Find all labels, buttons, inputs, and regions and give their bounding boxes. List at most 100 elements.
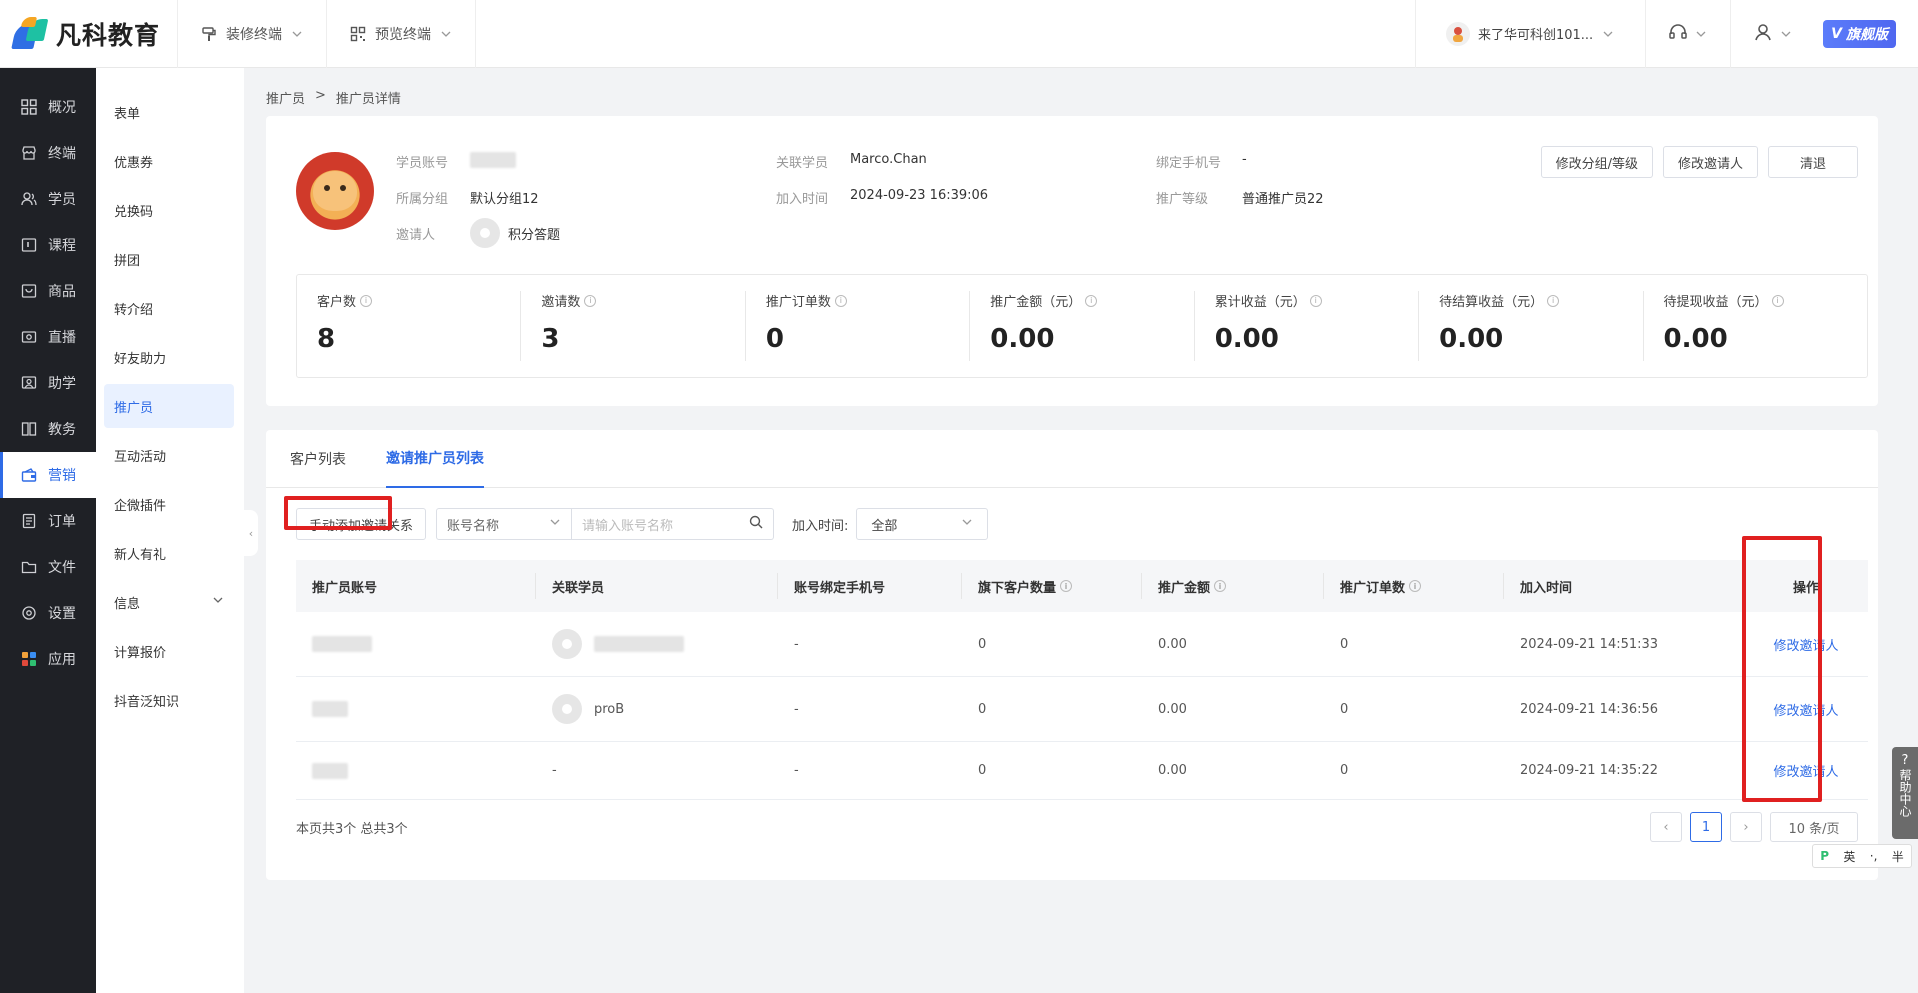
subnav-item-interactive[interactable]: 互动活动 (104, 433, 234, 477)
stat-label: 推广订单数 (765, 295, 831, 310)
cell-customers: 0 (978, 763, 987, 778)
subnav-item-info[interactable]: 信息 (104, 580, 234, 624)
brand-logo[interactable]: 凡科教育 (0, 0, 178, 68)
sidebar-item-files[interactable]: 文件 (0, 544, 96, 590)
subnav-label: 新人有礼 (114, 547, 167, 563)
sidebar-item-live[interactable]: 直播 (0, 314, 96, 360)
inviter-name: 积分答题 (508, 227, 561, 243)
info-icon[interactable]: i (1409, 580, 1422, 592)
info-icon[interactable]: i (1771, 294, 1784, 307)
stat-invites: 邀请数 i 3 (521, 291, 746, 361)
edition-label: 旗舰版 (1846, 26, 1888, 43)
account-search-input[interactable]: 请输入账号名称 (572, 508, 775, 540)
info-icon[interactable]: i (1060, 580, 1073, 592)
sidebar-item-academic[interactable]: 教务 (0, 406, 96, 452)
subnav-label: 抖音泛知识 (114, 694, 180, 710)
sidebar-item-apps[interactable]: 应用 (0, 636, 96, 682)
subnav-item-friend-help[interactable]: 好友助力 (104, 335, 234, 379)
info-icon[interactable]: i (1309, 294, 1322, 307)
subnav-item-form[interactable]: 表单 (104, 90, 234, 134)
edit-inviter-button[interactable]: 修改邀请人 (1662, 146, 1758, 178)
subnav-item-wecom-plugin[interactable]: 企微插件 (104, 482, 234, 526)
info-icon[interactable]: i (834, 294, 847, 307)
ime-width[interactable]: 半 (1892, 848, 1904, 865)
cell-amount: 0.00 (1158, 763, 1187, 778)
account-row: 学员账号 (396, 152, 516, 171)
tab-customer-list[interactable]: 客户列表 (290, 430, 346, 488)
join-time-select[interactable]: 全部 (856, 508, 989, 540)
stat-value: 0.00 (1663, 324, 1728, 354)
subnav-item-newcomer-gift[interactable]: 新人有礼 (104, 531, 234, 575)
subnav-item-group-buy[interactable]: 拼团 (104, 237, 234, 281)
edit-group-level-button[interactable]: 修改分组/等级 (1540, 146, 1653, 178)
cell-orders: 0 (1340, 763, 1349, 778)
support-button[interactable] (1645, 0, 1730, 68)
info-icon[interactable]: i (360, 294, 373, 307)
sidebar-item-label: 文件 (48, 560, 76, 576)
search-field-select[interactable]: 账号名称 (436, 508, 573, 540)
col-header-label: 旗下客户数量 (978, 580, 1057, 596)
account-switcher[interactable]: 来了华可科创101... (1414, 0, 1645, 68)
linked-label: 关联学员 (776, 156, 829, 171)
sidebar-item-settings[interactable]: 设置 (0, 590, 96, 636)
phone-value: - (1242, 152, 1247, 167)
users-icon (20, 190, 38, 208)
sidebar-item-students[interactable]: 学员 (0, 176, 96, 222)
clear-promoter-button[interactable]: 清退 (1768, 146, 1858, 178)
subnav-item-quote[interactable]: 计算报价 (104, 629, 234, 673)
next-page-button[interactable]: › (1730, 812, 1762, 842)
breadcrumb-parent[interactable]: 推广员 (266, 88, 305, 107)
info-icon[interactable]: i (584, 294, 597, 307)
sidebar-item-orders[interactable]: 订单 (0, 498, 96, 544)
headset-icon (1668, 22, 1688, 46)
annotation-highlight-add-button (284, 496, 392, 530)
ime-lang[interactable]: 英 (1843, 848, 1855, 865)
sidebar-item-marketing[interactable]: 营销 (0, 452, 96, 498)
subnav-label: 兑换码 (114, 204, 154, 220)
user-menu-button[interactable] (1730, 0, 1815, 68)
page-size-select[interactable]: 10 条/页 (1770, 812, 1858, 842)
stat-label: 推广金额（元） (990, 295, 1082, 310)
col-header-label: 推广订单数 (1340, 580, 1406, 596)
subnav-item-douyin[interactable]: 抖音泛知识 (104, 678, 234, 722)
group-row: 所属分组 默认分组12 (396, 188, 539, 207)
sidebar-item-label: 设置 (48, 606, 76, 622)
sidebar-item-label: 订单 (48, 514, 76, 530)
phone-label: 绑定手机号 (1156, 156, 1222, 171)
main-content: 推广员 > 推广员详情 学员账号 所属分组 默认分组12 邀请人 积分答题 关联… (244, 68, 1918, 993)
info-icon[interactable]: i (1214, 580, 1227, 592)
search-icon[interactable] (749, 515, 763, 533)
subnav-item-redeem-code[interactable]: 兑换码 (104, 188, 234, 232)
logo-mark-icon (11, 16, 50, 51)
page-number[interactable]: 1 (1690, 812, 1722, 842)
cell-orders: 0 (1340, 636, 1349, 652)
sidebar-item-overview[interactable]: 概况 (0, 84, 96, 130)
subnav-label: 拼团 (114, 253, 141, 269)
ime-punct[interactable]: ·, (1870, 849, 1878, 863)
book-icon (20, 420, 38, 438)
subnav-item-promoter[interactable]: 推广员 (104, 384, 234, 428)
nav-preview-terminal[interactable]: 预览终端 (327, 0, 476, 68)
student-avatar (552, 629, 582, 659)
info-icon[interactable]: i (1085, 294, 1098, 307)
nav-decorate-terminal[interactable]: 装修终端 (178, 0, 327, 68)
subnav-item-coupon[interactable]: 优惠券 (104, 139, 234, 183)
sidebar-item-courses[interactable]: 课程 (0, 222, 96, 268)
join-time-value: 全部 (871, 518, 898, 534)
edition-badge[interactable]: V 旗舰版 (1823, 19, 1896, 48)
info-icon[interactable]: i (1547, 294, 1560, 307)
tab-invited-promoters[interactable]: 邀请推广员列表 (386, 430, 484, 488)
table-row: - 0 0.00 0 2024-09-21 14:51:33 修改邀请人 (296, 612, 1868, 677)
sidebar-item-goods[interactable]: 商品 (0, 268, 96, 314)
goods-icon (20, 282, 38, 300)
prev-page-button[interactable]: ‹ (1650, 812, 1682, 842)
sidebar-item-terminal[interactable]: 终端 (0, 130, 96, 176)
assist-icon (20, 374, 38, 392)
help-center-button[interactable]: ? 帮助中心 (1892, 747, 1918, 839)
sidebar-item-assist[interactable]: 助学 (0, 360, 96, 406)
stat-customers: 客户数 i 8 (297, 291, 522, 361)
col-header-orders: 推广订单数 i (1324, 573, 1504, 599)
subnav-item-referral[interactable]: 转介绍 (104, 286, 234, 330)
cell-student: - (552, 763, 557, 778)
promoter-profile-card: 学员账号 所属分组 默认分组12 邀请人 积分答题 关联学员 Marco.Cha… (266, 116, 1878, 406)
